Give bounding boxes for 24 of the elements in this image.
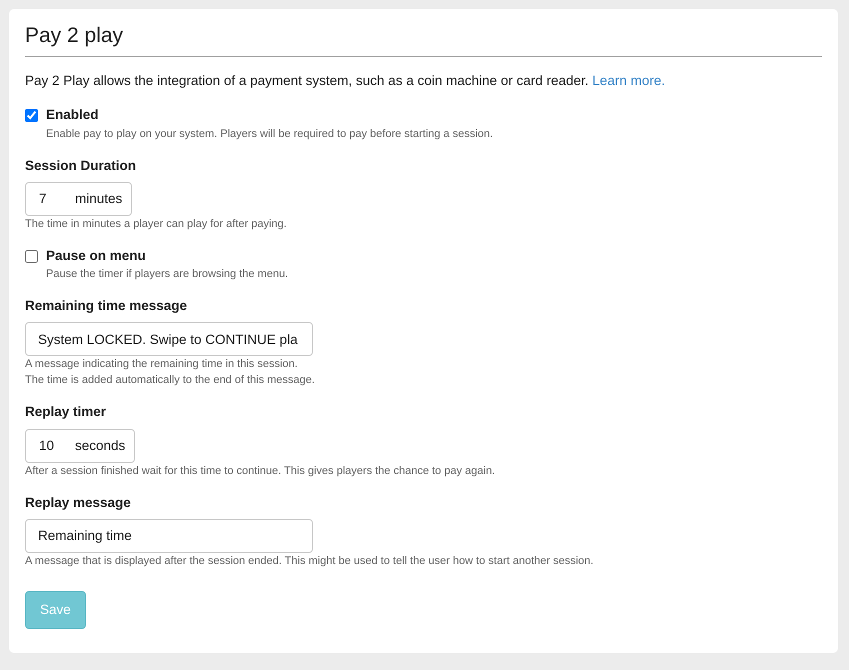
field-label: Remaining time message — [25, 297, 188, 316]
text-field[interactable]: System LOCKED. Swipe to CONTINUE pla — [25, 322, 313, 356]
field-label: Replay timer — [25, 403, 108, 422]
unit-text: minutes — [75, 190, 122, 208]
checkbox-label[interactable]: Pause on menu — [46, 246, 146, 266]
page-title: Pay 2 play — [25, 23, 822, 58]
help-text: After a session finished wait for this time to continue. This gives players the chance to pay again. — [25, 464, 496, 479]
field-label: Session Duration — [25, 156, 138, 175]
help-text: Enable pay to play on your system. Players will be required to pay before starting a session. — [46, 126, 494, 142]
help-text: A message that is displayed after the session ended. This might be used to tell the user how to start another session. — [25, 554, 594, 569]
intro-text: Pay 2 Play allows the integration of a payment system, such as a coin machine or card reader. Learn more. — [25, 72, 666, 90]
checkbox-label[interactable]: Enabled — [46, 105, 99, 126]
number-field[interactable]: 10 seconds — [25, 428, 136, 463]
checkbox[interactable] — [25, 109, 38, 122]
number-field[interactable]: 7 minutes — [25, 182, 132, 216]
help-text: A message indicating the remaining time in this session. — [25, 357, 299, 372]
text-field[interactable]: Remaining time — [25, 518, 313, 553]
help-text: The time in minutes a player can play for after paying. — [25, 216, 288, 232]
checkbox[interactable] — [25, 250, 38, 263]
help-text: Pause the timer if players are browsing the menu. — [46, 267, 290, 282]
unit-text: seconds — [75, 436, 126, 455]
field-label: Replay message — [25, 494, 132, 512]
help-text: The time is added automatically to the end of this message. — [25, 373, 316, 388]
learn-more-link[interactable]: Learn more. — [592, 73, 666, 88]
